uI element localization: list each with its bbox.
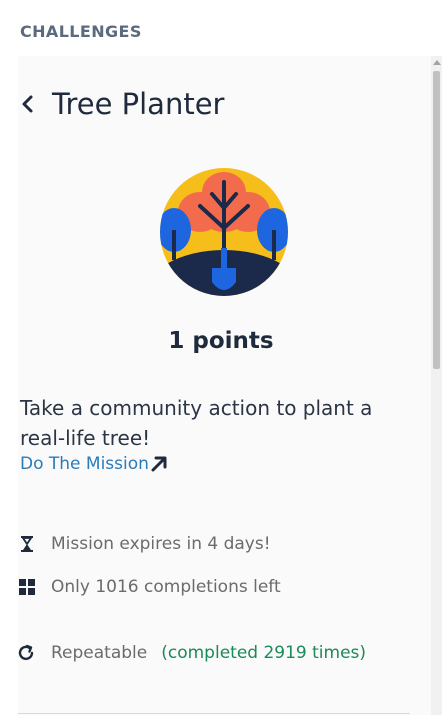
repeat-icon bbox=[18, 644, 36, 662]
challenge-title: Tree Planter bbox=[52, 87, 225, 121]
repeatable-text: Repeatable bbox=[51, 643, 148, 663]
title-row: Tree Planter bbox=[20, 84, 224, 124]
scrollbar[interactable] bbox=[431, 56, 442, 715]
scroll-up-arrow-icon[interactable] bbox=[433, 60, 441, 65]
completions-row: Only 1016 completions left bbox=[18, 577, 281, 597]
divider bbox=[18, 713, 410, 714]
completions-left-text: Only 1016 completions left bbox=[51, 577, 281, 597]
scroll-thumb[interactable] bbox=[433, 71, 440, 369]
hourglass-icon bbox=[18, 535, 36, 553]
grid-icon bbox=[18, 578, 36, 596]
repeatable-row: Repeatable (completed 2919 times) bbox=[18, 643, 366, 663]
completed-count-text: (completed 2919 times) bbox=[161, 643, 367, 663]
chevron-left-icon bbox=[22, 95, 33, 113]
tree-planter-badge bbox=[160, 168, 288, 296]
arrow-up-right-icon bbox=[151, 456, 167, 472]
challenge-points: 1 points bbox=[168, 328, 274, 354]
challenge-panel bbox=[18, 56, 431, 715]
challenge-description: Take a community action to plant a real-… bbox=[20, 396, 373, 450]
do-the-mission-link[interactable]: Do The Mission bbox=[20, 454, 168, 474]
expires-row: Mission expires in 4 days! bbox=[18, 534, 271, 554]
mission-link-label: Do The Mission bbox=[20, 454, 149, 474]
back-button[interactable] bbox=[20, 84, 38, 124]
section-header: CHALLENGES bbox=[20, 22, 142, 41]
expires-text: Mission expires in 4 days! bbox=[51, 534, 271, 554]
